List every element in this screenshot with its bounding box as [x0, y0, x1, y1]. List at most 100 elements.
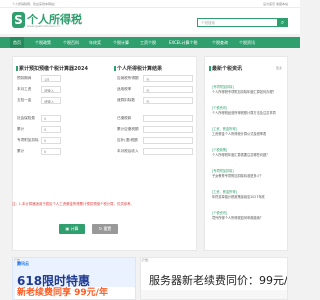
news-tag: [专项附加扣除] [212, 169, 234, 173]
search-button[interactable]: ⌕ [277, 18, 288, 27]
logo-subtitle: www.geshuishuiwu.cn [27, 24, 61, 28]
news-item[interactable]: [专项附加扣除] 个人所得税专项附加扣除年度汇算如何办理？ [212, 85, 286, 94]
site-logo[interactable]: S 个人所得税 www.geshuishuiwu.cn [12, 11, 92, 31]
news-item[interactable]: [个税政策] 个人所得税年度汇算需要注意哪些问题？ [212, 148, 286, 157]
search-icon: ⌕ [280, 19, 285, 26]
field-label: 专项附加扣除 [17, 138, 39, 142]
news-text: 境外所得个人所得税如何申报缴纳？ [212, 215, 263, 220]
nav-item-salary[interactable]: 工资个税 [140, 37, 156, 48]
nav-item-excel[interactable]: EXCEL计算个税 [169, 37, 198, 48]
field-social-total: 累计 0 [17, 126, 107, 134]
nav-item-news[interactable]: 个税资讯 [239, 37, 255, 48]
nav-item-query[interactable]: 个税查询 [212, 37, 228, 48]
result-refund: 应补(退)税额 [117, 137, 197, 145]
field-salary: 本月工资 请输入 [17, 86, 107, 94]
result-label: 速算扣除数 [117, 98, 135, 102]
nav-item-calc[interactable]: 个税计算 [113, 37, 129, 48]
news-text: 年终奖单独计税政策延续至2027年底 [212, 194, 265, 199]
result-label: 适用税率 [117, 87, 132, 91]
result-value [143, 137, 193, 144]
result-net-income: 本月税后收入 [117, 148, 197, 156]
search-input[interactable] [197, 18, 277, 27]
result-value: 元 [143, 86, 193, 93]
news-tag: [工资、薪金所得] [212, 190, 237, 194]
calculate-label: 计算 [70, 226, 79, 231]
results-title: 个人所得税计算结果 [113, 65, 163, 72]
news-text: 个人所得税经营所得税额计算方法及注意事项 [212, 110, 276, 115]
ad-banner-left[interactable]: 广告 腾讯云 618限时特惠 新老续费同享 99元/年 [12, 257, 136, 300]
news-text: 工资薪金个人所得税计算公式及税率表 [212, 131, 267, 136]
result-value: 元 [143, 97, 193, 104]
result-value [143, 115, 193, 122]
topbar: 个人所得税网，欢迎来到本网站！ 设为首页 收藏本站 [0, 0, 300, 8]
more-link[interactable]: 更多 [276, 66, 282, 70]
field-special-total: 累计 0 [17, 148, 107, 156]
news-text: 子女教育专项附加扣除标准是多少？ [212, 173, 263, 178]
result-total-tax: 累计应缴税额 [117, 126, 197, 134]
field-label: 社会保险费 [17, 116, 35, 120]
ad-label: 广告 [141, 258, 150, 262]
reset-button[interactable]: ↻ 重置 [92, 224, 118, 234]
nav-item-bonus[interactable]: 年终奖 [89, 37, 101, 48]
calculate-button[interactable]: ▣ 计算 [59, 224, 85, 234]
nav-item-policy[interactable]: 个税政策 [35, 37, 51, 48]
ad-brand: 腾讯云 [17, 261, 29, 266]
field-social: 社会保险费 0 [17, 115, 107, 123]
news-text: 个人所得税年度汇算需要注意哪些问题？ [212, 152, 270, 157]
result-deduction: 速算扣除数 元 [117, 97, 197, 105]
result-taxable: 应纳税所得额 元 [117, 75, 197, 83]
social-input[interactable]: 0 [41, 115, 61, 122]
news-text: 个人所得税专项附加扣除年度汇算如何办理？ [212, 89, 276, 94]
result-label: 累计应缴税额 [117, 127, 139, 131]
result-label: 已缴税款 [117, 116, 132, 120]
ad-promo: 新老续费同享 99元/年 [15, 287, 135, 299]
reset-label: 重置 [103, 226, 112, 231]
news-item[interactable]: [专项附加扣除] 子女教育专项附加扣除标准是多少？ [212, 169, 286, 178]
ad-banner-right[interactable]: 广告 服务器新老续费同价：99元/年 [140, 257, 288, 300]
news-item[interactable]: [个税资讯] 境外所得个人所得税如何申报缴纳？ [212, 211, 286, 220]
result-rate: 适用税率 元 [117, 86, 197, 94]
main-nav: 首页 个税政策 个税百科 年终奖 个税计算 工资个税 EXCEL计算个税 个税查… [0, 37, 300, 48]
news-tag: [个税资讯] [212, 211, 228, 215]
news-tag: [个税政策] [212, 148, 228, 152]
ad-text: 服务器新老续费同价：99元/年 [149, 274, 288, 287]
result-value [143, 126, 193, 133]
field-label: 五险一金 [17, 98, 32, 102]
nav-item-wiki[interactable]: 个税百科 [63, 37, 79, 48]
news-item[interactable]: [工资、薪金所得] 工资薪金个人所得税计算公式及税率表 [212, 127, 286, 136]
field-insurance: 五险一金 请输入 [17, 97, 107, 105]
salary-input[interactable]: 请输入 [41, 86, 61, 93]
news-tag: [工资、薪金所得] [212, 127, 237, 131]
result-value: 元 [143, 75, 193, 82]
result-label: 本月税后收入 [117, 149, 139, 153]
news-item[interactable]: [工资、薪金所得] 年终奖单独计税政策延续至2027年底 [212, 190, 286, 199]
special-input[interactable]: 0 [41, 137, 61, 144]
nav-item-home[interactable]: 首页 [10, 37, 24, 48]
social-total-input[interactable]: 0 [41, 126, 61, 133]
field-label: 本月工资 [17, 87, 32, 91]
ad-footer-bar [141, 290, 287, 299]
field-period: 预扣期间 1月 [17, 75, 107, 83]
field-special: 专项附加扣除 0 [17, 137, 107, 145]
field-label: 累计 [17, 127, 25, 131]
calculator-panel: 累计预扣预缴个税计算器2024 个人所得税计算结果 预扣期间 1月 本月工资 请… [12, 56, 197, 251]
calculator-note: 注：1.本计算器适用于居民个人工资薪金所得累计预扣预缴个税计算，仅供参考。 [12, 202, 134, 206]
special-total-input[interactable]: 0 [41, 148, 61, 155]
result-value [143, 148, 193, 155]
news-tag: [专项附加扣除] [212, 85, 234, 89]
news-tag: [个税资讯] [212, 106, 228, 110]
result-paid: 已缴税款 [117, 115, 197, 123]
calculator-title: 累计预扣预缴个税计算器2024 [16, 65, 88, 72]
topbar-links[interactable]: 设为首页 收藏本站 [263, 2, 288, 6]
field-label: 累计 [17, 149, 25, 153]
field-label: 预扣期间 [17, 76, 32, 80]
result-label: 应补(退)税额 [117, 138, 138, 142]
result-label: 应纳税所得额 [117, 76, 139, 80]
news-item[interactable]: [个税资讯] 个人所得税经营所得税额计算方法及注意事项 [212, 106, 286, 115]
period-select[interactable]: 1月 [41, 75, 61, 82]
insurance-input[interactable]: 请输入 [41, 97, 61, 104]
header: S 个人所得税 www.geshuishuiwu.cn ⌕ [0, 8, 300, 34]
welcome-text: 个人所得税网，欢迎来到本网站！ [12, 2, 58, 6]
news-sidebar: 最新个税资讯 更多 [专项附加扣除] 个人所得税专项附加扣除年度汇算如何办理？ [… [204, 56, 288, 251]
sidebar-title: 最新个税资讯 [208, 65, 243, 72]
